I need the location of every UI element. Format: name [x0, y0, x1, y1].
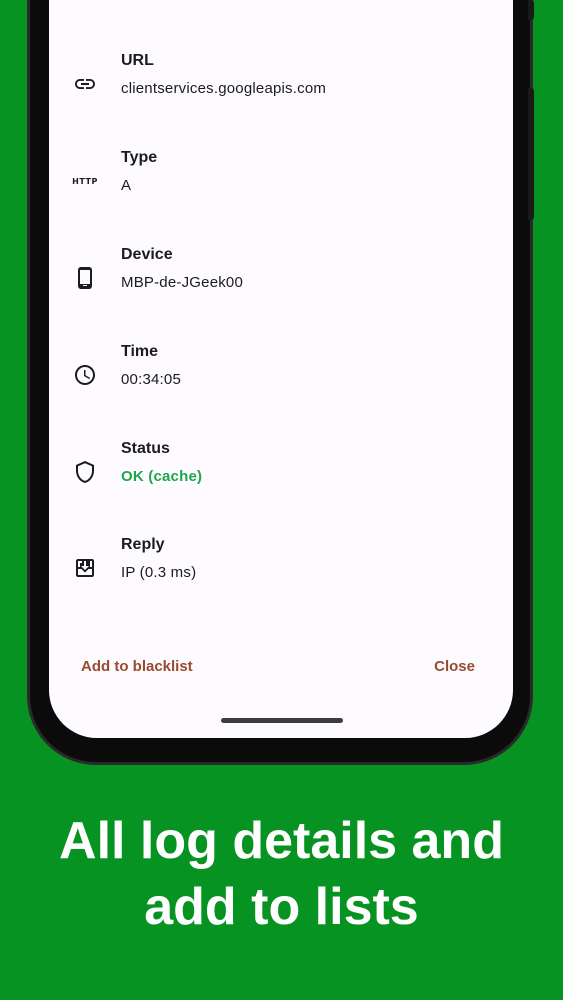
promo-headline: All log details and add to lists [0, 808, 563, 940]
phone-icon [71, 264, 99, 292]
shield-icon [71, 458, 99, 486]
home-indicator [221, 718, 343, 723]
close-button[interactable]: Close [434, 658, 475, 675]
dialog-screen: URL clientservices.googleapis.com HTTP T… [49, 0, 513, 738]
device-label: Device [121, 246, 173, 263]
detail-row-url: URL clientservices.googleapis.com [49, 52, 513, 112]
headline-line-2: add to lists [144, 878, 419, 936]
url-label: URL [121, 52, 154, 69]
headline-line-1: All log details and [59, 812, 504, 870]
clock-icon [71, 361, 99, 389]
download-icon [71, 554, 99, 582]
status-value: OK (cache) [121, 468, 203, 485]
type-value: A [121, 177, 132, 194]
detail-row-time: Time 00:34:05 [49, 343, 513, 403]
reply-value: IP (0.3 ms) [121, 564, 197, 581]
device-value: MBP-de-JGeek00 [121, 274, 244, 291]
detail-row-reply: Reply IP (0.3 ms) [49, 536, 513, 596]
reply-label: Reply [121, 536, 165, 553]
time-value: 00:34:05 [121, 371, 181, 388]
phone-side-button-top [528, 0, 534, 20]
status-label: Status [121, 440, 170, 457]
phone-volume-button [528, 88, 534, 220]
url-value: clientservices.googleapis.com [121, 80, 327, 97]
detail-row-type: HTTP Type A [49, 149, 513, 209]
link-icon [71, 70, 99, 98]
add-to-blacklist-button[interactable]: Add to blacklist [81, 658, 193, 675]
detail-row-device: Device MBP-de-JGeek00 [49, 246, 513, 306]
http-icon-text: HTTP [72, 176, 98, 186]
time-label: Time [121, 343, 159, 360]
detail-row-status: Status OK (cache) [49, 440, 513, 500]
http-icon: HTTP [71, 167, 99, 195]
type-label: Type [121, 149, 158, 166]
